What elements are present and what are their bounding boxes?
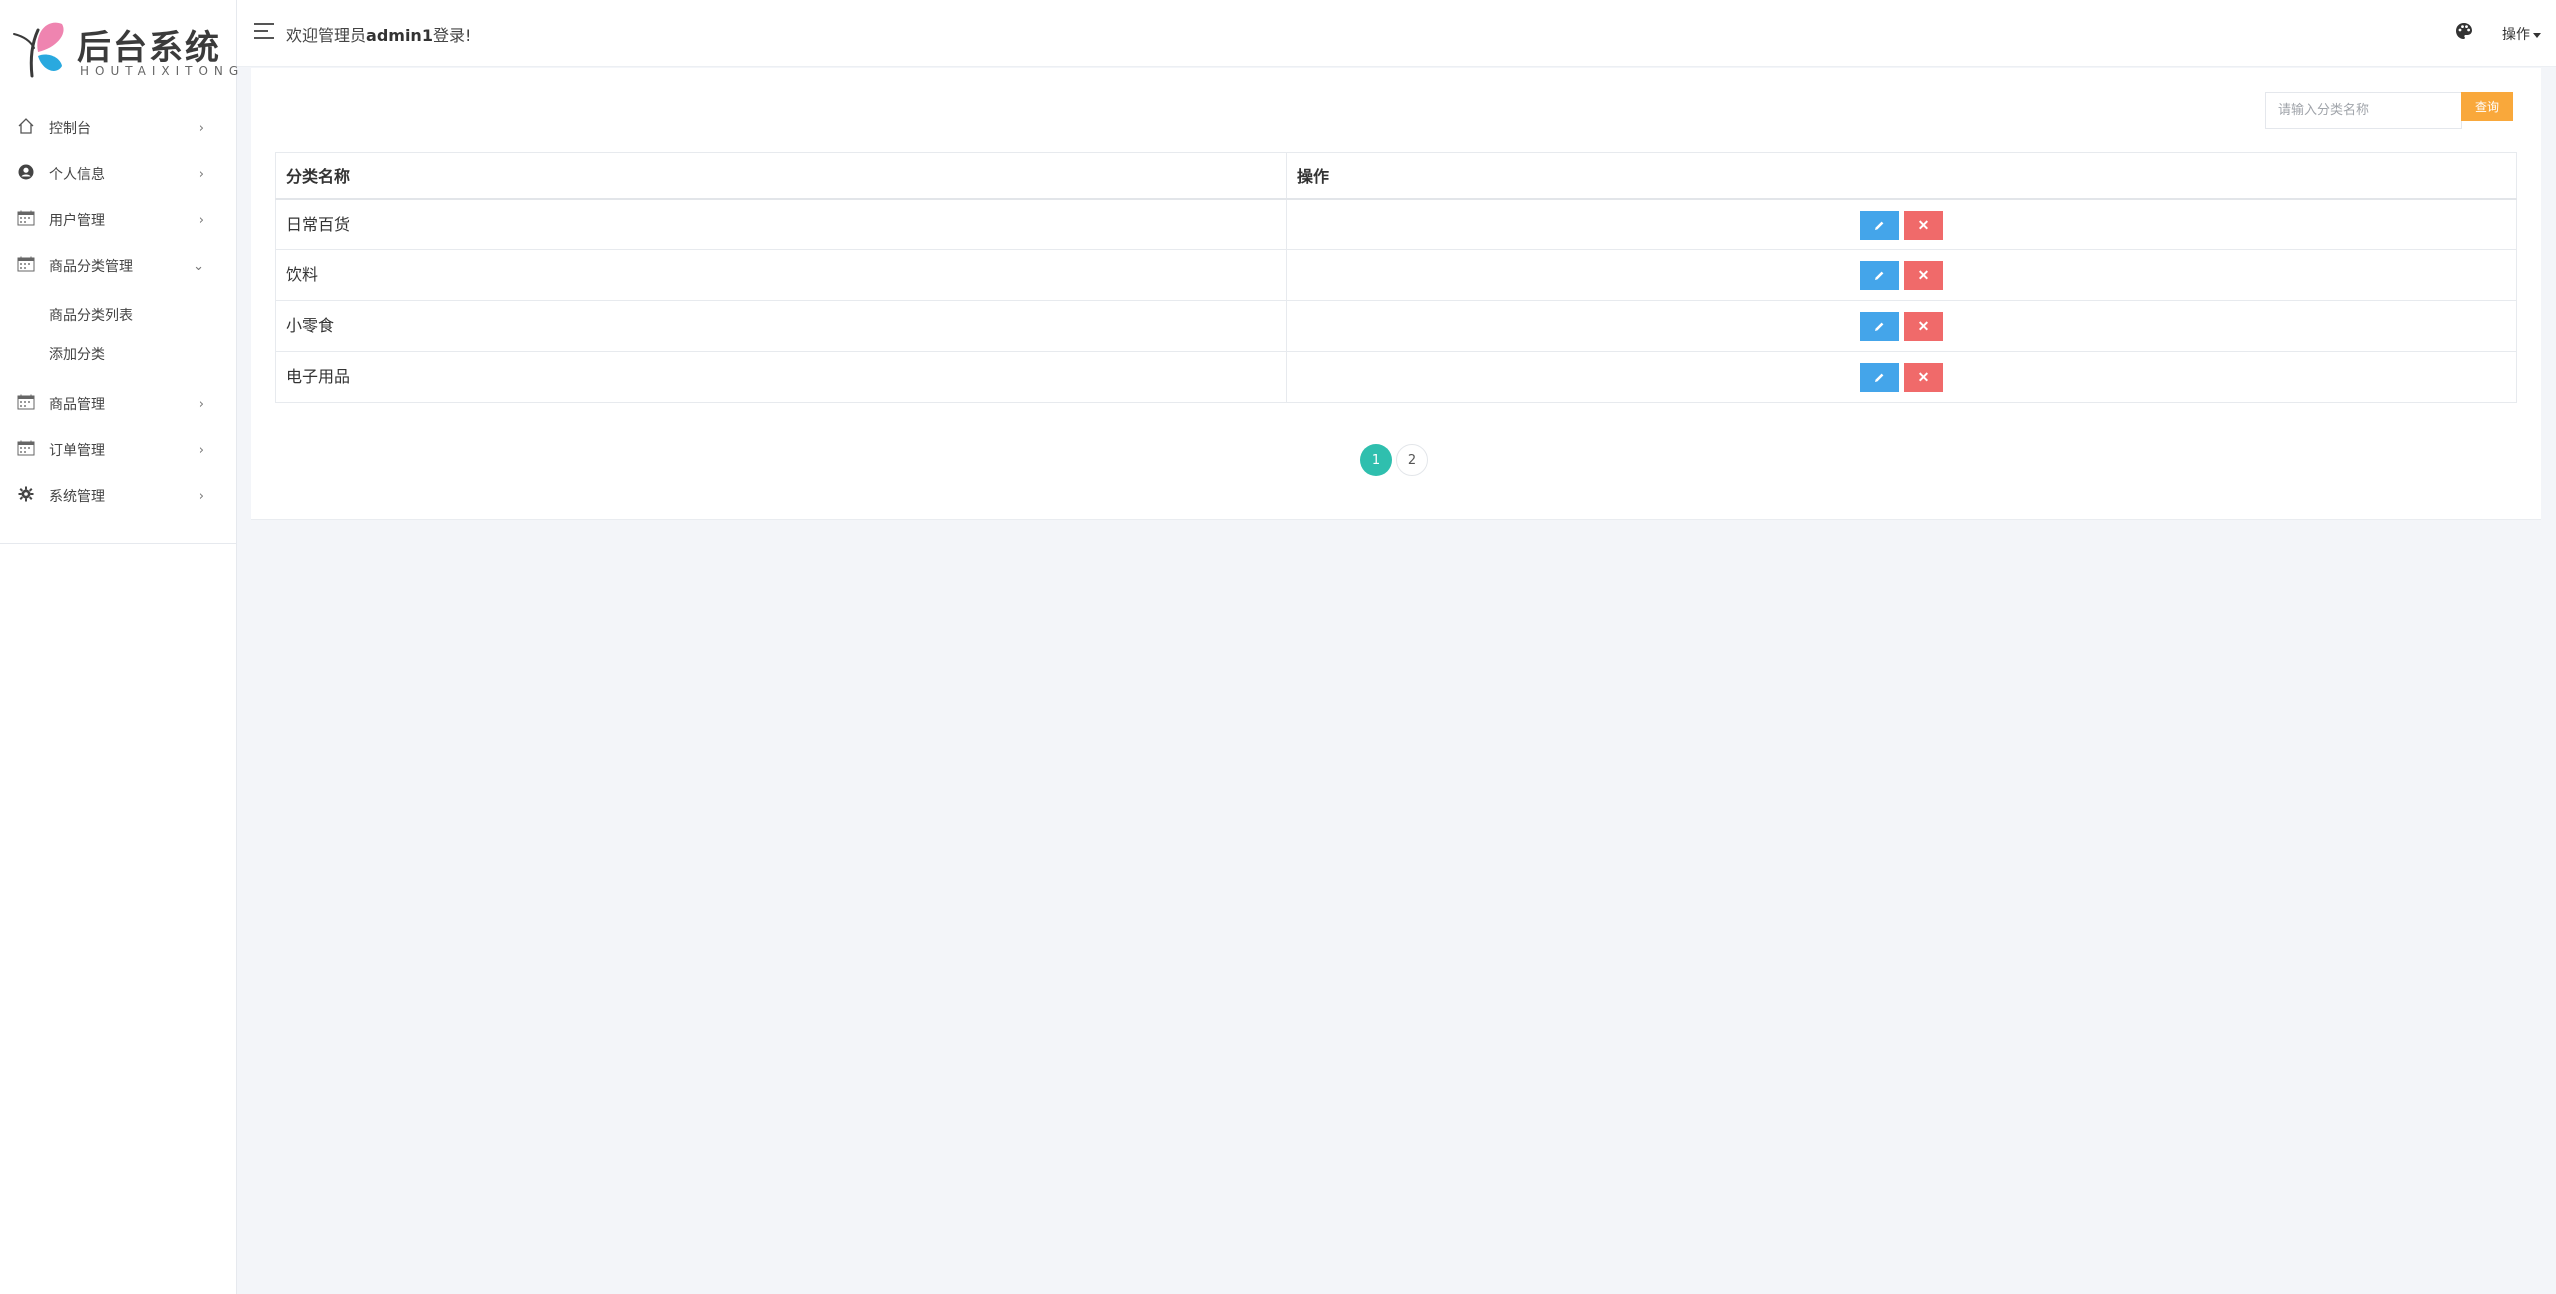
- sidebar-item-label: 订单管理: [49, 443, 105, 459]
- welcome-suffix: 登录!: [432, 26, 472, 45]
- page-button-1[interactable]: 1: [1360, 444, 1392, 476]
- operations-cell: ✕: [1286, 249, 2517, 301]
- edit-button[interactable]: [1860, 312, 1899, 341]
- operations-label: 操作: [2502, 27, 2530, 43]
- admin-username: admin1: [366, 26, 433, 45]
- butterfly-logo-icon: [13, 22, 64, 78]
- sidebar-item-label: 个人信息: [49, 167, 105, 183]
- page-button-2[interactable]: 2: [1396, 444, 1428, 476]
- sidebar-item-label: 用户管理: [49, 213, 105, 229]
- table-row: 日常百货 ✕: [275, 198, 2517, 250]
- welcome-message: 欢迎管理员admin1登录!: [286, 22, 471, 46]
- category-name-cell: 电子用品: [275, 351, 1287, 403]
- category-table: 分类名称 操作 日常百货 ✕ 饮料 ✕ 小零食 ✕ 电子用品 ✕: [275, 152, 2517, 403]
- top-header: 欢迎管理员admin1登录! 操作: [237, 0, 2556, 67]
- close-icon: ✕: [1917, 267, 1930, 283]
- edit-button[interactable]: [1860, 210, 1899, 240]
- delete-button[interactable]: ✕: [1904, 363, 1943, 392]
- sidebar-item-label: 商品分类管理: [49, 259, 133, 275]
- brand-subtitle: HOUTAIXITONG: [80, 64, 245, 78]
- pencil-icon: [1875, 373, 1884, 382]
- operations-dropdown[interactable]: 操作: [2502, 24, 2541, 44]
- pencil-icon: [1875, 271, 1884, 280]
- delete-button[interactable]: ✕: [1904, 312, 1943, 341]
- brand-title: 后台系统: [77, 28, 221, 68]
- table-row: 电子用品 ✕: [275, 351, 2517, 403]
- logo[interactable]: 后台系统 HOUTAIXITONG: [12, 18, 238, 82]
- sidebar: 后台系统 HOUTAIXITONG 控制台 › 个人信息 › 用户管理 › 商品…: [0, 0, 238, 1294]
- pencil-icon: [1875, 322, 1884, 331]
- close-icon: ✕: [1917, 216, 1930, 233]
- pencil-icon: [1875, 221, 1884, 230]
- sidebar-item-orders[interactable]: 订单管理 ›: [0, 427, 236, 473]
- caret-down-icon: [2533, 32, 2541, 38]
- category-name-cell: 日常百货: [275, 198, 1287, 250]
- delete-button[interactable]: ✕: [1904, 261, 1943, 290]
- category-name-cell: 小零食: [275, 300, 1287, 352]
- delete-button[interactable]: ✕: [1904, 210, 1943, 240]
- submenu-item-add-category[interactable]: 添加分类: [0, 334, 236, 373]
- palette-icon[interactable]: [2455, 22, 2475, 42]
- category-search-input[interactable]: [2265, 92, 2462, 129]
- edit-button[interactable]: [1860, 363, 1899, 392]
- welcome-prefix: 欢迎管理员: [286, 26, 367, 45]
- close-icon: ✕: [1917, 318, 1930, 334]
- operations-cell: ✕: [1286, 198, 2517, 250]
- sidebar-menu: 控制台 › 个人信息 › 用户管理 › 商品分类管理 ⌄ 商品分类列表 添加分类…: [0, 105, 236, 519]
- table-row: 小零食 ✕: [275, 300, 2517, 352]
- sidebar-item-label: 系统管理: [49, 489, 105, 505]
- chevron-right-icon: ›: [198, 488, 204, 504]
- sidebar-item-users[interactable]: 用户管理 ›: [0, 197, 236, 243]
- chevron-right-icon: ›: [198, 396, 204, 412]
- gear-icon: [16, 484, 36, 504]
- sidebar-divider: [0, 543, 236, 544]
- sidebar-item-products[interactable]: 商品管理 ›: [0, 381, 236, 427]
- calendar-icon: [16, 438, 36, 458]
- search-button[interactable]: 查询: [2461, 92, 2513, 121]
- sidebar-item-label: 商品管理: [49, 397, 105, 413]
- calendar-icon: [16, 208, 36, 228]
- operations-cell: ✕: [1286, 351, 2517, 403]
- table-header-row: 分类名称 操作: [275, 152, 2517, 200]
- chevron-right-icon: ›: [198, 442, 204, 458]
- edit-button[interactable]: [1860, 261, 1899, 290]
- content-panel: 查询 分类名称 操作 日常百货 ✕ 饮料: [251, 68, 2541, 520]
- sidebar-item-dashboard[interactable]: 控制台 ›: [0, 105, 236, 151]
- chevron-right-icon: ›: [198, 212, 204, 228]
- sidebar-submenu: 商品分类列表 添加分类: [0, 289, 236, 381]
- pagination: 1 2: [1360, 444, 1428, 476]
- operations-cell: ✕: [1286, 300, 2517, 352]
- chevron-down-icon: ⌄: [193, 258, 204, 274]
- user-circle-icon: [16, 162, 36, 182]
- sidebar-item-label: 控制台: [49, 121, 91, 137]
- calendar-icon: [16, 254, 36, 274]
- chevron-right-icon: ›: [198, 120, 204, 136]
- column-header-operations: 操作: [1286, 152, 2517, 200]
- table-row: 饮料 ✕: [275, 249, 2517, 301]
- category-name-cell: 饮料: [275, 249, 1287, 301]
- menu-toggle-icon[interactable]: [254, 23, 274, 39]
- sidebar-item-category-management[interactable]: 商品分类管理 ⌄: [0, 243, 236, 289]
- sidebar-item-profile[interactable]: 个人信息 ›: [0, 151, 236, 197]
- chevron-right-icon: ›: [198, 166, 204, 182]
- sidebar-item-system[interactable]: 系统管理 ›: [0, 473, 236, 519]
- home-icon: [16, 116, 36, 136]
- close-icon: ✕: [1917, 369, 1930, 385]
- calendar-icon: [16, 392, 36, 412]
- submenu-item-category-list[interactable]: 商品分类列表: [0, 295, 236, 334]
- column-header-category-name: 分类名称: [275, 152, 1287, 200]
